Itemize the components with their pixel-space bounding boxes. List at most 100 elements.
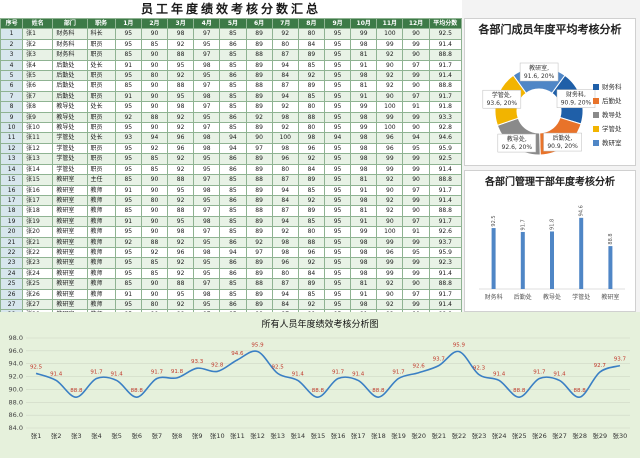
table-cell[interactable]: 80 xyxy=(271,163,299,176)
table-cell[interactable]: 张26 xyxy=(22,288,54,300)
table-cell[interactable]: 95 xyxy=(323,257,352,269)
table-cell[interactable]: 95 xyxy=(193,194,221,207)
table-cell[interactable]: 张23 xyxy=(22,257,54,269)
table-cell[interactable]: 98 xyxy=(350,236,378,248)
table-cell[interactable]: 88 xyxy=(297,111,325,124)
table-cell[interactable]: 教师 xyxy=(86,205,116,217)
table-cell[interactable]: 教师 xyxy=(86,194,116,207)
table-cell[interactable]: 100 xyxy=(271,132,299,144)
table-cell[interactable]: 95 xyxy=(323,101,352,113)
table-cell[interactable]: 22 xyxy=(0,246,24,259)
table-row[interactable]: 22 张22 教研室 教师 95 92 96 98 94 97 98 96 95 98 96 95 95.9 xyxy=(0,246,463,259)
table-cell[interactable]: 92 xyxy=(140,246,169,259)
table-cell[interactable]: 95 xyxy=(193,38,221,51)
table-cell[interactable]: 教师 xyxy=(86,246,116,259)
table-cell[interactable]: 张3 xyxy=(22,49,54,61)
table-cell[interactable]: 95 xyxy=(114,226,142,238)
table-cell[interactable]: 80 xyxy=(271,38,299,51)
table-cell[interactable]: 97 xyxy=(193,174,221,186)
table-cell[interactable]: 95 xyxy=(323,122,352,134)
table-row[interactable]: 9 张9 教导处 职员 92 88 92 95 86 92 98 88 95 98 99 99 93.3 xyxy=(0,111,463,124)
table-cell[interactable]: 张27 xyxy=(22,298,54,311)
table-cell[interactable]: 95 xyxy=(323,80,352,92)
table-cell[interactable]: 18 xyxy=(0,205,24,217)
table-cell[interactable]: 94 xyxy=(219,246,247,259)
table-row[interactable]: 15 张15 教研室 主任 85 90 88 97 85 88 87 89 95 81 92 90 88.8 xyxy=(0,174,463,186)
table-cell[interactable]: 85 xyxy=(219,80,247,92)
column-header[interactable]: 5月 xyxy=(219,17,247,30)
table-cell[interactable]: 95 xyxy=(114,153,142,165)
table-cell[interactable]: 教研室 xyxy=(52,226,88,238)
table-cell[interactable]: 96 xyxy=(167,246,195,259)
table-cell[interactable]: 7 xyxy=(0,90,24,103)
table-cell[interactable]: 85 xyxy=(297,59,325,72)
table-cell[interactable]: 96 xyxy=(376,142,404,155)
table-cell[interactable]: 职员 xyxy=(86,163,116,176)
table-cell[interactable]: 85 xyxy=(140,153,169,165)
table-cell[interactable]: 94 xyxy=(271,184,299,196)
table-cell[interactable]: 95 xyxy=(323,215,352,228)
table-cell[interactable]: 90 xyxy=(140,59,169,72)
table-cell[interactable]: 11 xyxy=(0,132,24,144)
table-cell[interactable]: 职员 xyxy=(86,49,116,61)
table-cell[interactable]: 84 xyxy=(297,38,325,51)
table-cell[interactable]: 95 xyxy=(193,70,221,82)
table-cell[interactable]: 87 xyxy=(271,278,299,290)
table-cell[interactable]: 80 xyxy=(297,122,325,134)
table-cell[interactable]: 92 xyxy=(376,70,404,82)
table-cell[interactable]: 张25 xyxy=(22,278,54,290)
table-cell[interactable]: 90 xyxy=(140,184,169,196)
table-cell[interactable]: 92 xyxy=(376,298,404,311)
table-cell[interactable]: 92 xyxy=(167,122,195,134)
table-cell[interactable]: 2 xyxy=(0,38,24,51)
table-cell[interactable]: 88 xyxy=(297,236,325,248)
table-cell[interactable]: 后勤处 xyxy=(52,59,88,72)
table-cell[interactable]: 94 xyxy=(323,132,352,144)
table-cell[interactable]: 4 xyxy=(0,59,24,72)
table-cell[interactable]: 95 xyxy=(323,278,352,290)
table-cell[interactable]: 教师 xyxy=(86,278,116,290)
table-cell[interactable]: 98 xyxy=(167,226,195,238)
table-cell[interactable]: 95 xyxy=(323,153,352,165)
table-cell[interactable]: 教研室 xyxy=(52,246,88,259)
table-cell[interactable]: 92 xyxy=(297,194,325,207)
table-cell[interactable]: 89 xyxy=(297,80,325,92)
table-cell[interactable]: 3 xyxy=(0,49,24,61)
table-cell[interactable]: 88.8 xyxy=(428,80,463,92)
table-cell[interactable]: 88.8 xyxy=(428,278,463,290)
table-row[interactable]: 8 张8 教导处 处长 95 90 98 97 85 89 92 80 95 99 100 91 91.8 xyxy=(0,101,463,113)
table-cell[interactable]: 98 xyxy=(193,142,221,155)
table-cell[interactable]: 98 xyxy=(193,246,221,259)
table-cell[interactable]: 教师 xyxy=(86,215,116,228)
table-cell[interactable]: 92 xyxy=(245,236,273,248)
table-cell[interactable]: 90 xyxy=(140,288,169,300)
table-cell[interactable]: 98 xyxy=(350,132,378,144)
table-cell[interactable]: 98 xyxy=(350,267,378,280)
table-cell[interactable]: 13 xyxy=(0,153,24,165)
table-row[interactable]: 3 张3 财务科 职员 85 90 88 97 85 88 87 89 95 81 92 90 88.8 xyxy=(0,49,463,61)
table-cell[interactable]: 94 xyxy=(140,132,169,144)
table-cell[interactable]: 95 xyxy=(114,122,142,134)
table-cell[interactable]: 5 xyxy=(0,70,24,82)
table-cell[interactable]: 职员 xyxy=(86,111,116,124)
table-cell[interactable]: 95 xyxy=(323,205,352,217)
table-cell[interactable]: 99 xyxy=(350,28,378,40)
table-cell[interactable]: 85 xyxy=(114,205,142,217)
table-cell[interactable]: 98 xyxy=(193,215,221,228)
table-cell[interactable]: 86 xyxy=(219,153,247,165)
table-cell[interactable]: 94 xyxy=(271,215,299,228)
table-cell[interactable]: 98 xyxy=(350,111,378,124)
table-cell[interactable]: 95 xyxy=(193,111,221,124)
table-cell[interactable]: 教研室 xyxy=(52,215,88,228)
table-cell[interactable]: 85 xyxy=(297,215,325,228)
table-cell[interactable]: 85 xyxy=(219,184,247,196)
table-cell[interactable]: 87 xyxy=(271,174,299,186)
table-cell[interactable]: 99 xyxy=(402,298,430,311)
table-cell[interactable]: 89 xyxy=(245,90,273,103)
table-cell[interactable]: 教师 xyxy=(86,236,116,248)
table-cell[interactable]: 95 xyxy=(114,246,142,259)
table-cell[interactable]: 86 xyxy=(219,257,247,269)
table-cell[interactable]: 19 xyxy=(0,215,24,228)
table-cell[interactable]: 89 xyxy=(245,153,273,165)
table-cell[interactable]: 91 xyxy=(402,226,430,238)
